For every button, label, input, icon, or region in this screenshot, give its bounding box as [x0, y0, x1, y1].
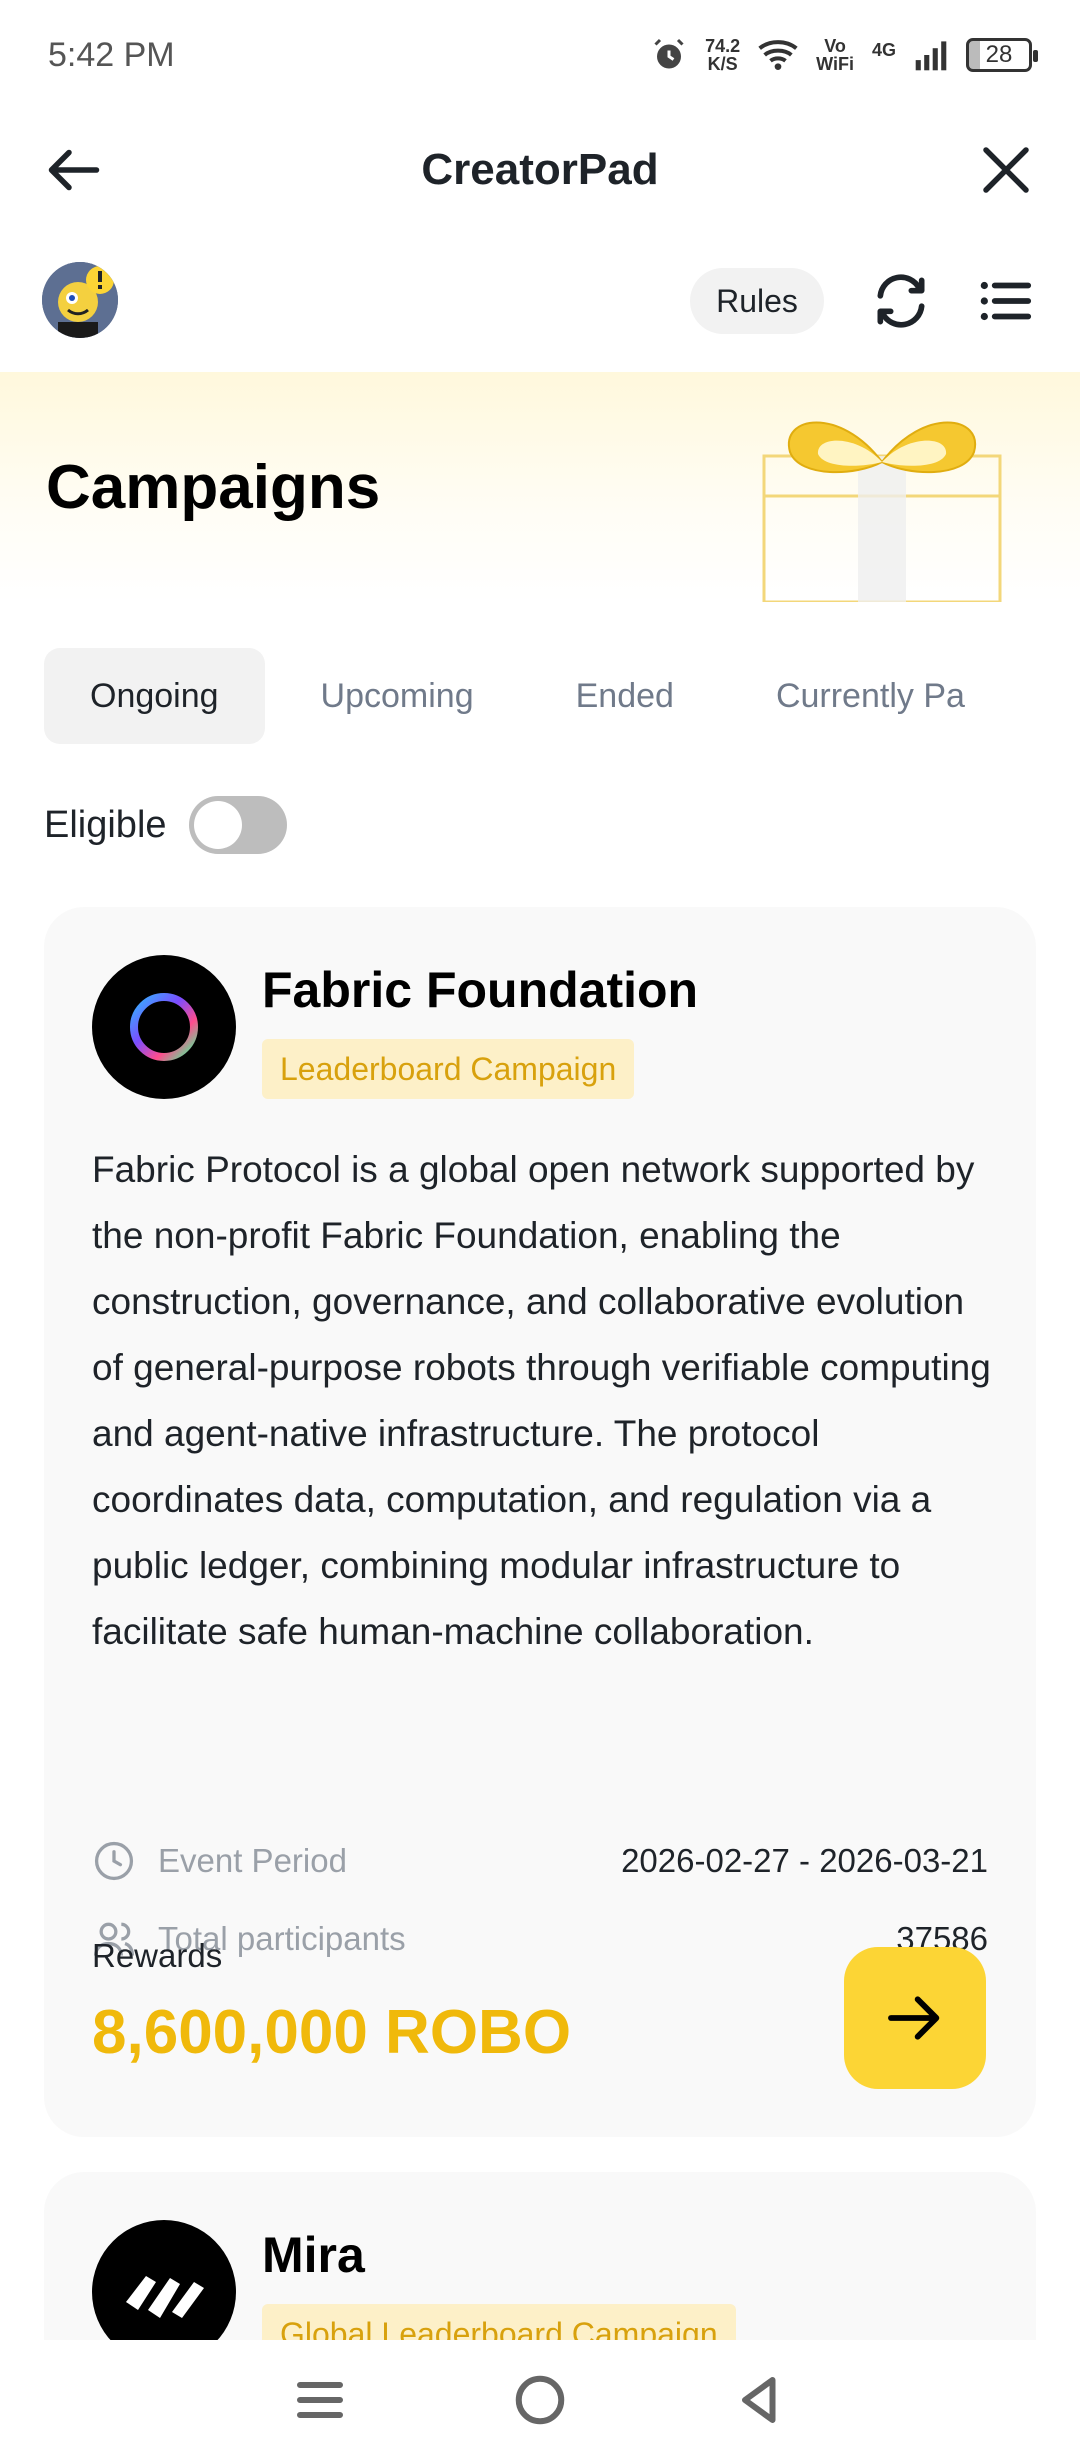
tab-ongoing[interactable]: Ongoing [44, 648, 265, 744]
menu-icon[interactable] [290, 2370, 350, 2430]
tab-upcoming[interactable]: Upcoming [275, 648, 520, 744]
event-period-row: Event Period 2026-02-27 - 2026-03-21 [92, 1831, 988, 1891]
close-icon[interactable] [976, 140, 1036, 200]
clock-icon [94, 1841, 134, 1881]
rewards-label: Rewards [92, 1937, 223, 1974]
ring-logo-icon [130, 993, 198, 1061]
campaign-tabs: Ongoing Upcoming Ended Currently Pa [44, 648, 1080, 744]
campaign-name: Mira [262, 2227, 365, 2283]
net-speed-unit: K/S [707, 54, 738, 74]
wifi-icon [758, 40, 798, 70]
status-time: 5:42 PM [48, 35, 175, 74]
open-campaign-button[interactable] [844, 1947, 986, 2089]
toolbar-row: Rules [0, 250, 1080, 350]
page-title: CreatorPad [421, 145, 659, 194]
network-type: 4G [871, 40, 896, 60]
participants-label: Total participants [158, 1920, 406, 1957]
avatar[interactable] [42, 262, 118, 338]
net-speed-value: 74.2 [705, 36, 741, 56]
system-nav-bar [0, 2340, 1080, 2460]
battery-indicator: 28 [966, 38, 1038, 72]
tab-ended[interactable]: Ended [530, 648, 720, 744]
fabric-logo [92, 955, 236, 1099]
eligible-filter: Eligible [44, 792, 287, 858]
campaign-card[interactable]: Fabric Foundation Leaderboard Campaign F… [44, 907, 1036, 2137]
campaign-description: Fabric Protocol is a global open network… [92, 1149, 991, 1652]
campaigns-banner: Campaigns [0, 372, 1080, 602]
status-icons: 74.2 K/S Vo WiFi 4G 28 [651, 37, 1038, 73]
refresh-icon[interactable] [870, 270, 932, 332]
alarm-icon [654, 38, 684, 69]
toggle-knob [193, 801, 242, 849]
unused [92, 1111, 988, 1171]
signal-icon [915, 41, 947, 71]
mira-logo-icon [126, 2276, 204, 2318]
campaign-name: Fabric Foundation [262, 962, 699, 1018]
campaign-badge: Leaderboard Campaign [262, 1039, 635, 1099]
tab-currently-participating[interactable]: Currently Pa [730, 648, 1011, 744]
back-triangle-icon[interactable] [730, 2370, 790, 2430]
volte-indicator: Vo WiFi [816, 37, 854, 73]
avatar-image [42, 262, 118, 338]
app-bar: CreatorPad [0, 110, 1080, 230]
volte-bottom: WiFi [816, 54, 854, 74]
eligible-toggle[interactable] [188, 796, 287, 854]
rules-button[interactable]: Rules [690, 268, 824, 334]
event-period-value: 2026-02-27 - 2026-03-21 [621, 1842, 988, 1879]
section-title: Campaigns [46, 453, 381, 522]
battery-level: 28 [985, 41, 1013, 68]
volte-top: Vo [824, 36, 846, 56]
list-icon[interactable] [974, 270, 1036, 332]
net-speed: 74.2 K/S [705, 37, 740, 73]
eligible-label: Eligible [44, 803, 167, 846]
event-period-label: Event Period [158, 1842, 347, 1879]
arrow-left-icon[interactable] [44, 140, 104, 200]
gift-icon [762, 421, 1002, 602]
rewards-value: 8,600,000 ROBO [92, 1998, 572, 2067]
arrow-right-icon [888, 1996, 940, 2040]
home-icon[interactable] [510, 2370, 570, 2430]
status-bar: 5:42 PM 74.2 K/S Vo WiFi 4G 28 [0, 0, 1080, 110]
